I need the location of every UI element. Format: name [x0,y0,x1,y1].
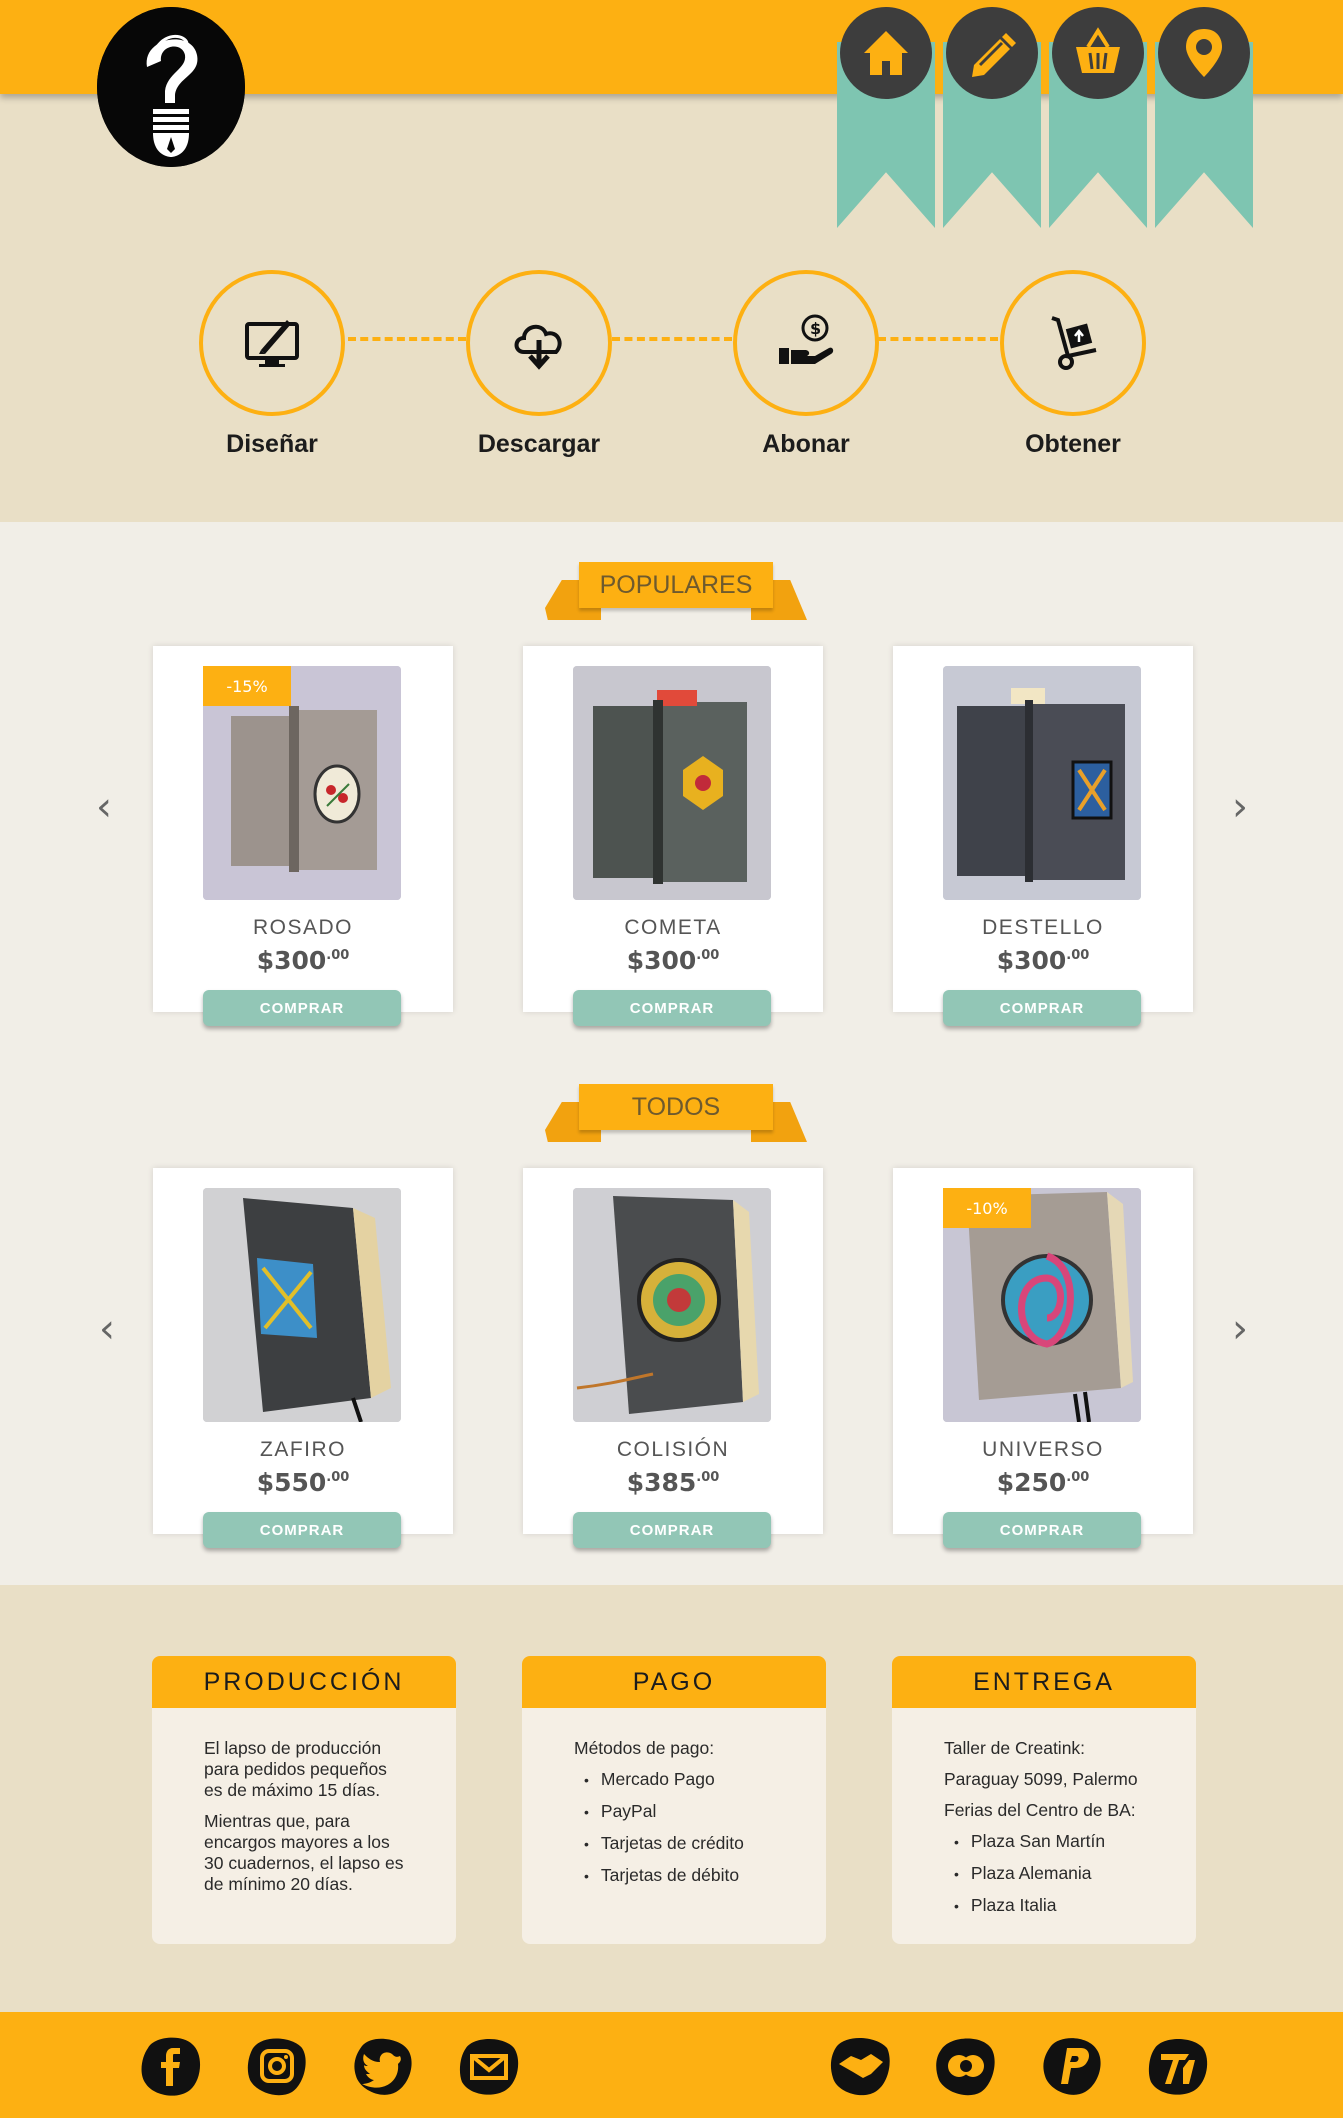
pencil-icon [972,33,1016,77]
info-title: PRODUCCIÓN [152,1656,456,1708]
product-price: $550.00 [256,1468,350,1497]
buy-button[interactable]: COMPRAR [573,990,771,1026]
product-photo[interactable] [203,1188,401,1422]
product-price: $300.00 [626,946,720,975]
info-box-delivery: ENTREGA Taller de Creatink: Paraguay 509… [892,1656,1196,1944]
step-label: Obtener [1025,430,1121,458]
mastercard-icon[interactable] [933,2034,999,2098]
info-text: Taller de Creatink: [944,1738,1086,1758]
info-text: Métodos de pago: [574,1738,715,1758]
info-box-payment: PAGO Métodos de pago: Mercado Pago PayPa… [522,1656,826,1944]
home-icon [864,31,908,75]
buy-button[interactable]: COMPRAR [943,1512,1141,1548]
product-card[interactable]: DESTELLO $300.00 COMPRAR [893,646,1193,1026]
product-name: UNIVERSO [982,1438,1104,1461]
info-title: PAGO [522,1656,826,1708]
step-connector [878,337,998,341]
info-title: ENTREGA [892,1656,1196,1708]
info-box-production: PRODUCCIÓN El lapso de producción para p… [152,1656,456,1944]
mail-icon[interactable] [456,2034,522,2098]
brand-logo[interactable] [97,7,245,167]
list-item: PayPal [584,1801,774,1823]
carousel-next-arrow[interactable]: › [1232,1306,1248,1352]
info-text: Paraguay 5099, Palermo [944,1769,1138,1789]
products-section: POPULARES ‹ › -15% ROSADO $300.00 COMPRA… [0,522,1343,1585]
info-text: Mientras que, para encargos mayores a lo… [204,1811,404,1894]
product-card[interactable]: COLISIÓN $385.00 COMPRAR [523,1168,823,1548]
product-price: $385.00 [626,1468,720,1497]
product-name: COMETA [624,916,722,939]
product-card[interactable]: -10% UNIVERSO $250.00 COMPRAR [893,1168,1193,1548]
list-item: Tarjetas de débito [584,1865,774,1887]
product-card[interactable]: COMETA $300.00 COMPRAR [523,646,823,1026]
step-download[interactable]: Descargar [449,270,629,459]
process-steps: Diseñar Descargar $ Abonar Obtener [0,270,1343,470]
section-title: TODOS [579,1084,773,1130]
handshake-icon[interactable] [827,2034,893,2098]
list-item: Plaza Italia [954,1895,1144,1917]
section-banner-popular: POPULARES [545,562,807,622]
product-price: $300.00 [996,946,1090,975]
step-pay[interactable]: $ Abonar [716,270,896,459]
discount-badge: -10% [943,1188,1031,1228]
footer [0,2012,1343,2118]
instagram-icon[interactable] [244,2034,310,2098]
product-name: ROSADO [252,916,353,939]
cloud-download-icon [514,324,562,370]
product-price: $300.00 [256,946,350,975]
product-photo[interactable] [573,1188,771,1422]
buy-button[interactable]: COMPRAR [203,990,401,1026]
carousel-next-arrow[interactable]: › [1232,784,1248,830]
basket-icon [1076,27,1120,73]
product-photo[interactable] [573,666,771,900]
product-price: $250.00 [996,1468,1090,1497]
nav-location[interactable] [1155,7,1253,228]
carousel-prev-arrow[interactable]: ‹ [99,1306,115,1352]
buy-button[interactable]: COMPRAR [203,1512,401,1548]
payment-methods-list: Mercado Pago PayPal Tarjetas de crédito … [574,1769,774,1887]
section-title: POPULARES [579,562,773,608]
nav-shop[interactable] [1049,7,1147,228]
product-card[interactable]: ZAFIRO $550.00 COMPRAR [153,1168,453,1548]
twitter-icon[interactable] [350,2034,416,2098]
info-text: El lapso de producción para pedidos pequ… [204,1738,387,1800]
step-label: Descargar [477,430,601,458]
info-text: Ferias del Centro de BA: [944,1800,1136,1820]
carousel-prev-arrow[interactable]: ‹ [96,784,112,830]
list-item: Plaza San Martín [954,1831,1144,1853]
buy-button[interactable]: COMPRAR [943,990,1141,1026]
buy-button[interactable]: COMPRAR [573,1512,771,1548]
todopago-icon[interactable] [1145,2034,1211,2098]
hand-money-icon: $ [779,314,834,364]
step-connector [612,337,732,341]
monitor-design-icon [245,320,299,367]
hand-truck-icon [1051,316,1097,370]
product-card[interactable]: -15% ROSADO $300.00 COMPRAR [153,646,453,1026]
nav-home[interactable] [837,7,935,228]
list-item: Plaza Alemania [954,1863,1144,1885]
facebook-icon[interactable] [138,2034,204,2098]
fair-locations-list: Plaza San Martín Plaza Alemania Plaza It… [944,1831,1144,1917]
step-design[interactable]: Diseñar [182,270,362,459]
product-name: COLISIÓN [616,1438,730,1461]
section-banner-all: TODOS [545,1084,807,1144]
step-label: Diseñar [226,430,318,458]
svg-text:$: $ [810,319,821,338]
discount-badge: -15% [203,666,291,706]
paypal-icon[interactable] [1039,2034,1105,2098]
product-name: DESTELLO [982,916,1104,939]
product-name: ZAFIRO [260,1438,346,1461]
list-item: Mercado Pago [584,1769,774,1791]
location-pin-icon [1186,29,1222,77]
list-item: Tarjetas de crédito [584,1833,774,1855]
step-obtain[interactable]: Obtener [983,270,1163,459]
product-photo[interactable] [943,666,1141,900]
nav-design[interactable] [943,7,1041,228]
step-label: Abonar [762,430,850,458]
